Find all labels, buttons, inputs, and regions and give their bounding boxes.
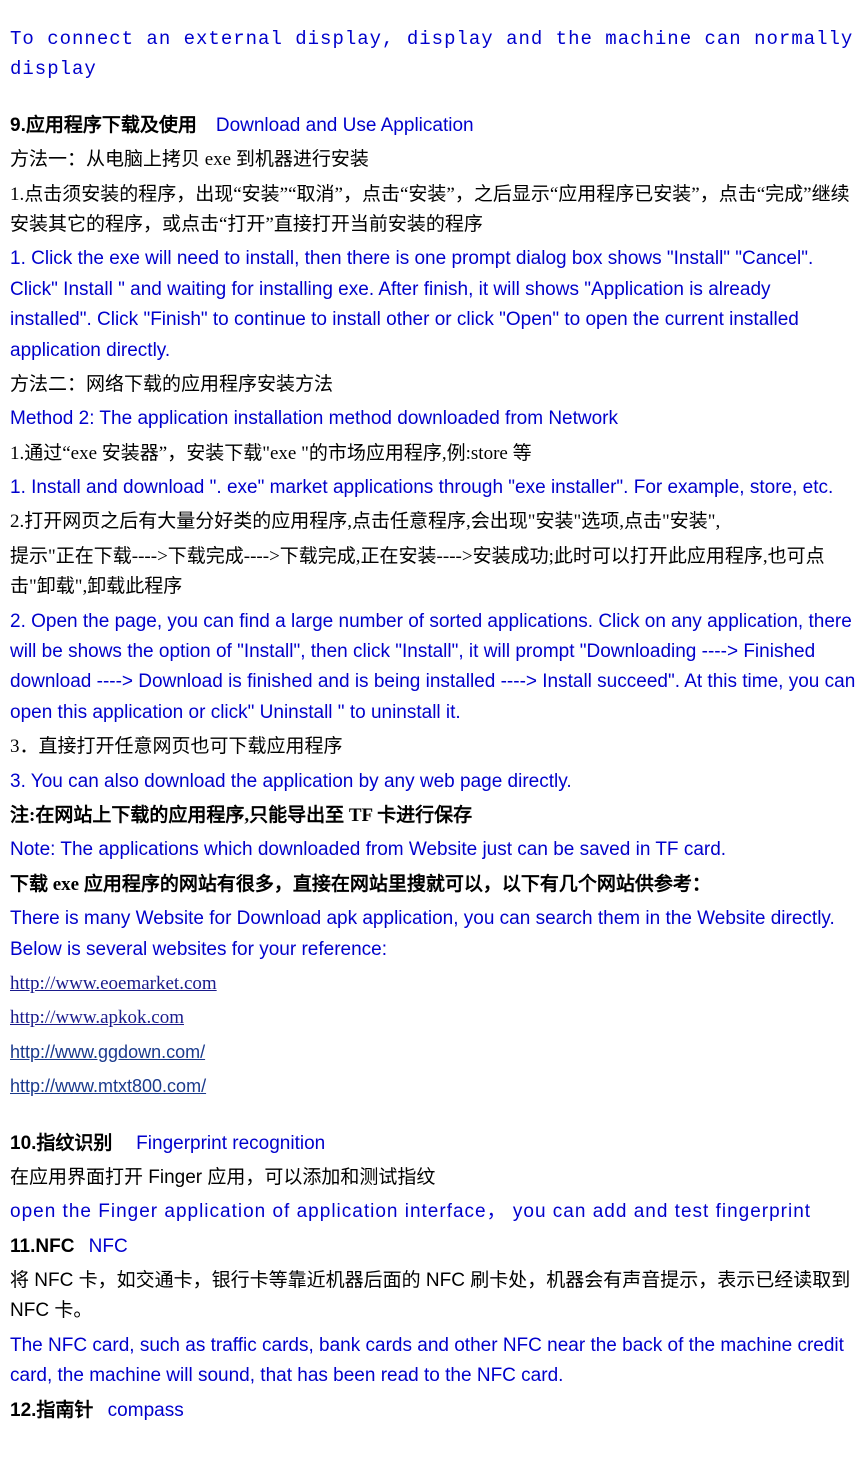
link-apkok[interactable]: http://www.apkok.com xyxy=(10,1007,184,1028)
section11-heading-cn: 11.NFC xyxy=(10,1236,74,1257)
section12-heading-cn: 12.指南针 xyxy=(10,1400,93,1421)
link-row-3: http://www.ggdown.com/ xyxy=(10,1038,857,1068)
method2-cn: 方法二：网络下载的应用程序安装方法 xyxy=(10,370,857,400)
link-ggdown[interactable]: http://www.ggdown.com/ xyxy=(10,1042,205,1062)
method2-step2-en: 2. Open the page, you can find a large n… xyxy=(10,607,857,729)
method2-step2-cn-line1: 2.打开网页之后有大量分好类的应用程序,点击任意程序,会出现"安装"选项,点击"… xyxy=(10,507,857,537)
section11-body-cn: 将 NFC 卡，如交通卡，银行卡等靠近机器后面的 NFC 刷卡处，机器会有声音提… xyxy=(10,1266,857,1327)
sites-cn: 下载 exe 应用程序的网站有很多，直接在网站里搜就可以，以下有几个网站供参考： xyxy=(10,870,857,900)
link-row-4: http://www.mtxt800.com/ xyxy=(10,1072,857,1102)
method2-step2-cn-line2: 提示"正在下载---->下载完成---->下载完成,正在安装---->安装成功;… xyxy=(10,542,857,603)
section10-body-en: open the Finger application of applicati… xyxy=(10,1197,857,1227)
method2-step1-cn: 1.通过“exe 安装器”，安装下载"exe "的市场应用程序,例:store … xyxy=(10,439,857,469)
section10-body-cn: 在应用界面打开 Finger 应用，可以添加和测试指纹 xyxy=(10,1163,857,1193)
section10-heading-cn: 10.指纹识别 xyxy=(10,1133,112,1154)
spacer xyxy=(10,1107,857,1125)
method1-cn: 方法一：从电脑上拷贝 exe 到机器进行安装 xyxy=(10,145,857,175)
link-eoemarket[interactable]: http://www.eoemarket.com xyxy=(10,973,217,994)
section9-heading-en: Download and Use Application xyxy=(216,115,474,136)
section9-heading: 9.应用程序下载及使用 Download and Use Application xyxy=(10,111,857,141)
method2-step3-cn: 3．直接打开任意网页也可下载应用程序 xyxy=(10,732,857,762)
method2-step3-en: 3. You can also download the application… xyxy=(10,767,857,797)
note-cn: 注:在网站上下载的应用程序,只能导出至 TF 卡进行保存 xyxy=(10,801,857,831)
section9-heading-cn: 9.应用程序下载及使用 xyxy=(10,115,197,136)
section11-heading-en: NFC xyxy=(89,1236,128,1257)
method2-step1-en: 1. Install and download ". exe" market a… xyxy=(10,473,857,503)
method2-en: Method 2: The application installation m… xyxy=(10,404,857,434)
method1-step1-en: 1. Click the exe will need to install, t… xyxy=(10,244,857,366)
method1-step1-cn: 1.点击须安装的程序，出现“安装”“取消”，点击“安装”，之后显示“应用程序已安… xyxy=(10,180,857,241)
section10-heading: 10.指纹识别 Fingerprint recognition xyxy=(10,1129,857,1159)
sites-en: There is many Website for Download apk a… xyxy=(10,904,857,965)
section12-heading-en: compass xyxy=(108,1400,184,1421)
section11-body-en: The NFC card, such as traffic cards, ban… xyxy=(10,1331,857,1392)
spacer xyxy=(10,89,857,107)
section10-heading-en: Fingerprint recognition xyxy=(136,1133,325,1154)
link-mtxt800[interactable]: http://www.mtxt800.com/ xyxy=(10,1076,206,1096)
link-row-1: http://www.eoemarket.com xyxy=(10,969,857,999)
top-connect-line: To connect an external display, display … xyxy=(10,24,857,85)
section11-heading: 11.NFC NFC xyxy=(10,1232,857,1262)
section12-heading: 12.指南针 compass xyxy=(10,1396,857,1426)
link-row-2: http://www.apkok.com xyxy=(10,1003,857,1033)
note-en: Note: The applications which downloaded … xyxy=(10,835,857,865)
